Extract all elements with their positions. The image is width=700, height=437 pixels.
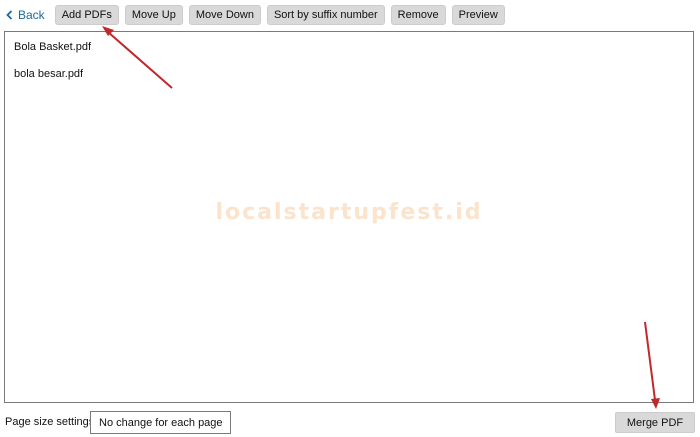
remove-button[interactable]: Remove xyxy=(390,5,446,25)
watermark: localstartupfest.id xyxy=(215,200,483,225)
add-pdfs-button[interactable]: Add PDFs xyxy=(54,5,119,25)
list-item[interactable]: bola besar.pdf xyxy=(14,66,83,82)
move-up-button[interactable]: Move Up xyxy=(124,5,183,25)
chevron-down-icon xyxy=(222,422,224,423)
list-item[interactable]: Bola Basket.pdf xyxy=(14,39,91,55)
chevron-left-icon xyxy=(6,10,13,20)
move-down-button[interactable]: Move Down xyxy=(188,5,261,25)
page-size-label: Page size settings: xyxy=(5,416,98,428)
pdf-file-list[interactable]: Bola Basket.pdf bola besar.pdf localstar… xyxy=(4,31,694,403)
pdf-merge-window: Back Add PDFs Move Up Move Down Sort by … xyxy=(0,0,700,437)
preview-button[interactable]: Preview xyxy=(451,5,505,25)
page-size-select[interactable]: No change for each page xyxy=(90,411,231,434)
merge-pdf-button[interactable]: Merge PDF xyxy=(615,412,695,433)
back-label: Back xyxy=(18,8,45,22)
sort-by-suffix-button[interactable]: Sort by suffix number xyxy=(266,5,385,25)
page-size-selected-value: No change for each page xyxy=(99,416,223,429)
back-button[interactable]: Back xyxy=(4,5,49,25)
toolbar: Back Add PDFs Move Up Move Down Sort by … xyxy=(4,4,511,26)
